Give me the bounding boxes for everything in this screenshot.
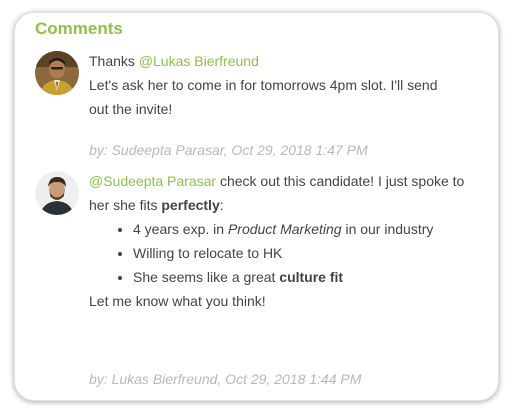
avatar-sudeepta[interactable] — [35, 51, 79, 95]
comment-text: Let's ask her to come in for tomorrows 4… — [89, 77, 438, 117]
list-item: 4 years exp. in Product Marketing in our… — [133, 217, 484, 241]
bullet-prefix: 4 years exp. in — [133, 221, 225, 237]
bullet-list: 4 years exp. in Product Marketing in our… — [89, 217, 484, 289]
intro-end: : — [219, 197, 224, 213]
bullet-emphasis: Product Marketing — [227, 221, 342, 237]
comment-closing: Let me know what you think! — [89, 293, 266, 309]
panel-title: Comments — [35, 19, 123, 38]
mention-link[interactable]: @Sudeepta Parasar — [89, 173, 216, 189]
avatar-lukas[interactable] — [35, 171, 79, 215]
comment-byline: by: Lukas Bierfreund, Oct 29, 2018 1:44 … — [89, 371, 362, 387]
bullet-text: Willing to relocate to HK — [133, 245, 283, 261]
comment-byline: by: Sudeepta Parasar, Oct 29, 2018 1:47 … — [89, 142, 368, 158]
intro-bold: perfectly — [161, 197, 220, 213]
comments-panel: Comments Thanks @Lukas Bierfreund Let's … — [14, 12, 499, 401]
comment-body: Thanks @Lukas Bierfreund Let's ask her t… — [89, 49, 459, 121]
bullet-prefix: She seems like a great — [133, 269, 276, 285]
list-item: She seems like a great culture fit — [133, 265, 484, 289]
mention-link[interactable]: @Lukas Bierfreund — [139, 53, 259, 69]
comment-intro: @Sudeepta Parasar check out this candida… — [89, 169, 484, 217]
bullet-bold: culture fit — [279, 269, 344, 285]
comment-line: Thanks @Lukas Bierfreund — [89, 49, 459, 73]
bullet-suffix: in our industry — [345, 221, 434, 237]
comment-body: @Sudeepta Parasar check out this candida… — [89, 169, 484, 313]
greeting-text: Thanks — [89, 53, 135, 69]
list-item: Willing to relocate to HK — [133, 241, 484, 265]
